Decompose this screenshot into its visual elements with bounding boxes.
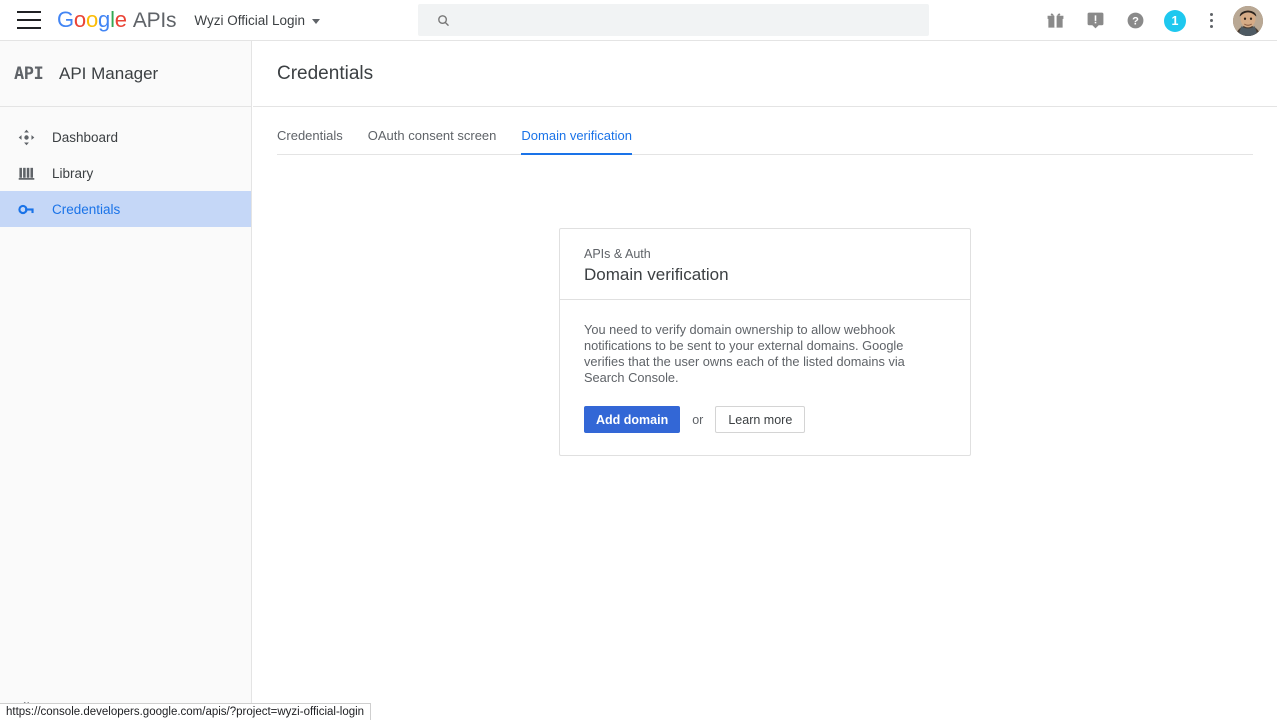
logo-letter-e: e xyxy=(114,7,127,32)
learn-more-button[interactable]: Learn more xyxy=(715,406,806,433)
add-domain-button[interactable]: Add domain xyxy=(584,406,681,433)
sidebar-header: API API Manager xyxy=(0,41,251,107)
search-box[interactable] xyxy=(418,4,929,36)
sidebar-item-label: Dashboard xyxy=(52,129,119,145)
avatar-image xyxy=(1233,5,1263,36)
sidebar: API API Manager Dashboard Library Creden… xyxy=(0,41,252,720)
dashboard-icon xyxy=(18,129,46,146)
logo-letter-o2: o xyxy=(85,7,99,32)
card-title: Domain verification xyxy=(584,265,729,284)
or-label: or xyxy=(692,412,704,427)
tab-credentials[interactable]: Credentials xyxy=(277,128,343,155)
search-input[interactable] xyxy=(463,11,903,29)
card-description: You need to verify domain ownership to a… xyxy=(584,322,905,385)
tab-oauth-consent-screen[interactable]: OAuth consent screen xyxy=(368,128,497,155)
logo-letter-o1: o xyxy=(73,7,86,32)
logo-letter-g: G xyxy=(57,7,74,32)
card-eyebrow: APIs & Auth xyxy=(584,247,651,261)
search-icon xyxy=(438,14,449,26)
sidebar-item-credentials[interactable]: Credentials xyxy=(0,191,251,227)
chevron-down-icon xyxy=(312,18,321,24)
domain-verification-card: APIs & Auth Domain verification You need… xyxy=(559,228,971,456)
page-title: Credentials xyxy=(277,62,374,84)
notifications-badge[interactable]: 1 xyxy=(1164,9,1186,32)
library-icon xyxy=(18,165,46,182)
top-bar-actions: ? 1 xyxy=(1035,0,1267,41)
project-selector[interactable]: Wyzi Official Login xyxy=(190,9,324,32)
logo-apis-word: APIs xyxy=(132,9,177,32)
sidebar-item-label: Library xyxy=(52,165,94,181)
hamburger-menu-icon[interactable] xyxy=(17,11,41,29)
svg-text:?: ? xyxy=(1132,15,1139,27)
card-header: APIs & Auth Domain verification xyxy=(560,229,970,300)
status-bar-url: https://console.developers.google.com/ap… xyxy=(0,703,372,720)
api-logo: API xyxy=(14,63,44,84)
card-actions: Add domain or Learn more xyxy=(584,406,946,433)
help-icon[interactable]: ? xyxy=(1115,1,1155,41)
more-vert-icon[interactable] xyxy=(1195,1,1227,41)
sidebar-item-library[interactable]: Library xyxy=(0,155,251,191)
sidebar-item-dashboard[interactable]: Dashboard xyxy=(0,119,251,155)
logo-letter-g2: g xyxy=(98,7,111,32)
feedback-icon[interactable] xyxy=(1075,1,1115,41)
key-icon xyxy=(18,201,46,218)
content-header: Credentials xyxy=(253,41,1277,107)
sidebar-item-label: Credentials xyxy=(52,201,121,217)
gift-icon[interactable] xyxy=(1035,1,1075,41)
content-area: Credentials Credentials OAuth consent sc… xyxy=(253,41,1277,720)
account-avatar[interactable] xyxy=(1233,5,1263,36)
google-apis-logo[interactable]: Go o g l e APIs xyxy=(57,7,177,33)
sidebar-title: API Manager xyxy=(59,63,159,83)
project-name: Wyzi Official Login xyxy=(194,12,306,28)
top-app-bar: Go o g l e APIs Wyzi Official Login ? 1 xyxy=(0,0,1277,41)
tab-domain-verification[interactable]: Domain verification xyxy=(521,128,632,155)
sidebar-nav: Dashboard Library Credentials xyxy=(0,107,251,227)
card-body: You need to verify domain ownership to a… xyxy=(560,300,970,455)
tab-bar: Credentials OAuth consent screen Domain … xyxy=(277,107,1253,155)
notifications-count: 1 xyxy=(1171,13,1179,28)
